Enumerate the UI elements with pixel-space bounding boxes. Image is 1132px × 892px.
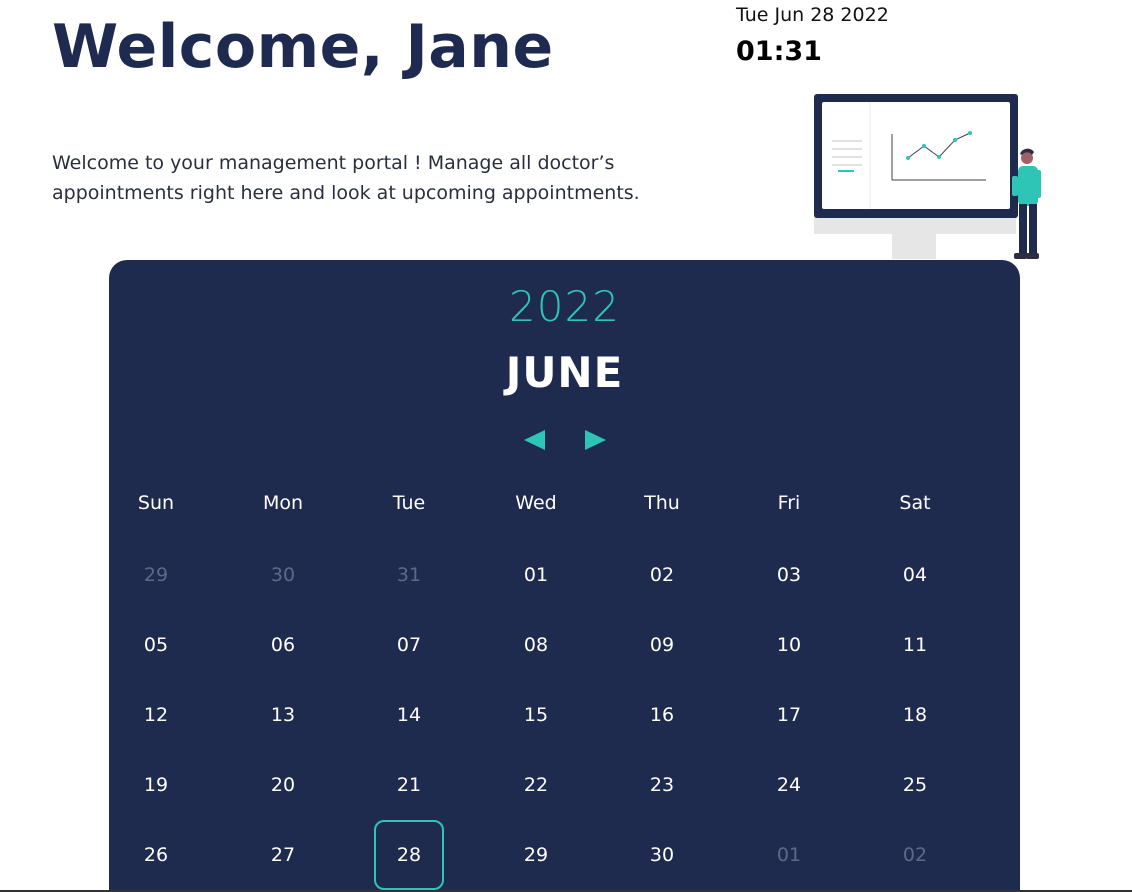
day-cell[interactable]: 20 [248, 750, 318, 820]
weekday-tue: Tue [392, 492, 426, 514]
calendar: 2022 JUNE Sun Mon Tue Wed Thu Fri Sat 29 30 31 01… [109, 260, 1020, 892]
day-cell[interactable]: 09 [627, 610, 697, 680]
page-title: Welcome, Jane [52, 12, 554, 82]
day-cell[interactable]: 15 [501, 680, 571, 750]
day-cell[interactable]: 30 [627, 820, 697, 890]
weekday-fri: Fri [777, 492, 801, 514]
day-cell[interactable]: 03 [754, 540, 824, 610]
day-cell[interactable]: 07 [374, 610, 444, 680]
day-cell[interactable]: 17 [754, 680, 824, 750]
weekday-thu: Thu [644, 492, 680, 514]
day-cell[interactable]: 25 [880, 750, 950, 820]
clock-time: 01:31 [736, 36, 822, 67]
day-cell[interactable]: 13 [248, 680, 318, 750]
triangle-left-icon[interactable] [523, 428, 545, 452]
day-cell[interactable]: 06 [248, 610, 318, 680]
clock-date: Tue Jun 28 2022 [736, 4, 889, 26]
day-cell[interactable]: 29 [501, 820, 571, 890]
day-cell[interactable]: 08 [501, 610, 571, 680]
day-cell[interactable]: 19 [121, 750, 191, 820]
day-cell[interactable]: 02 [627, 540, 697, 610]
day-cell[interactable]: 04 [880, 540, 950, 610]
day-cell[interactable]: 27 [248, 820, 318, 890]
day-cell[interactable]: 02 [880, 820, 950, 890]
day-cell[interactable]: 31 [374, 540, 444, 610]
day-cell[interactable]: 23 [627, 750, 697, 820]
day-cell[interactable]: 12 [121, 680, 191, 750]
day-cell[interactable]: 29 [121, 540, 191, 610]
weekday-wed: Wed [515, 492, 557, 514]
day-cell[interactable]: 16 [627, 680, 697, 750]
calendar-month: JUNE [505, 348, 624, 397]
day-cell[interactable]: 22 [501, 750, 571, 820]
intro-text: Welcome to your management portal ! Mana… [52, 152, 640, 204]
day-cell[interactable]: 01 [754, 820, 824, 890]
day-cell[interactable]: 30 [248, 540, 318, 610]
calendar-year: 2022 [509, 282, 620, 331]
day-cell[interactable]: 24 [754, 750, 824, 820]
day-cell-today[interactable]: 28 [374, 820, 444, 890]
day-cell[interactable]: 11 [880, 610, 950, 680]
day-cell[interactable]: 18 [880, 680, 950, 750]
day-cell[interactable]: 05 [121, 610, 191, 680]
monitor-illustration-icon [814, 94, 1041, 259]
triangle-right-icon[interactable] [585, 428, 607, 452]
weekday-mon: Mon [262, 492, 304, 514]
day-cell[interactable]: 01 [501, 540, 571, 610]
day-cell[interactable]: 10 [754, 610, 824, 680]
day-cell[interactable]: 14 [374, 680, 444, 750]
weekday-sun: Sun [137, 492, 175, 514]
day-cell[interactable]: 21 [374, 750, 444, 820]
day-cell[interactable]: 26 [121, 820, 191, 890]
weekday-sat: Sat [899, 492, 931, 514]
